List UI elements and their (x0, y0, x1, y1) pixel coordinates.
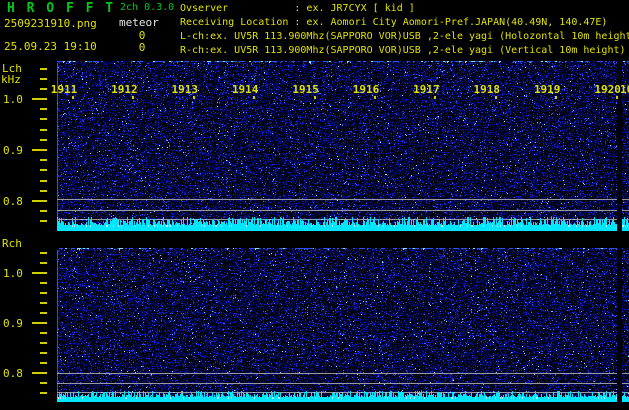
time-label: 1917 (411, 83, 441, 96)
freq-tick-label: 1.0 (3, 267, 23, 280)
freq-minor-tick-mark (40, 118, 47, 120)
freq-minor-tick-mark (40, 392, 47, 394)
freq-tick-label: 0.9 (3, 144, 23, 157)
time-tick-mark (314, 96, 316, 99)
freq-minor-tick-mark (40, 362, 47, 364)
freq-minor-tick-mark (40, 139, 47, 141)
time-label: 1912 (109, 83, 139, 96)
freq-minor-tick-mark (40, 252, 47, 254)
axis-overlay: 1.0 0.9 0.8 1.0 0.9 0.8 1911 1912 1913 1914 1915 19… (0, 0, 629, 410)
freq-minor-tick-mark (40, 262, 47, 264)
time-tick-mark (72, 96, 74, 99)
time-label: 1916 (351, 83, 381, 96)
time-label: 1919 (532, 83, 562, 96)
freq-minor-tick-mark (40, 352, 47, 354)
freq-minor-tick-mark (40, 159, 47, 161)
freq-minor-tick-mark (40, 129, 47, 131)
time-label: 1918 (472, 83, 502, 96)
freq-tick-label: 0.9 (3, 317, 23, 330)
freq-minor-tick-mark (40, 180, 47, 182)
freq-minor-tick-mark (40, 220, 47, 222)
freq-minor-tick-mark (40, 108, 47, 110)
time-tick-mark (253, 96, 255, 99)
freq-major-tick-mark (32, 322, 47, 324)
freq-minor-tick-mark (40, 292, 47, 294)
time-tick-mark (616, 96, 618, 99)
time-tick-mark (374, 96, 376, 99)
freq-minor-tick-mark (40, 302, 47, 304)
time-tick-mark (555, 96, 557, 99)
time-tick-mark (193, 96, 195, 99)
freq-major-tick-mark (32, 149, 47, 151)
time-label: 1915 (291, 83, 321, 96)
time-label-partial: 10 (620, 83, 629, 96)
freq-minor-tick-mark (40, 78, 47, 80)
time-label: 1913 (170, 83, 200, 96)
freq-major-tick-mark (32, 98, 47, 100)
freq-major-tick-mark (32, 372, 47, 374)
freq-minor-tick-mark (40, 88, 47, 90)
freq-minor-tick-mark (40, 190, 47, 192)
hrofft-window: H R O F F T 2ch 0.3.0 2509231910.png met… (0, 0, 629, 410)
time-label: 1920 (593, 83, 623, 96)
time-tick-mark (434, 96, 436, 99)
freq-minor-tick-mark (40, 332, 47, 334)
freq-minor-tick-mark (40, 342, 47, 344)
time-label: 1911 (49, 83, 79, 96)
freq-minor-tick-mark (40, 282, 47, 284)
freq-minor-tick-mark (40, 169, 47, 171)
freq-major-tick-mark (32, 272, 47, 274)
freq-minor-tick-mark (40, 312, 47, 314)
freq-tick-label: 1.0 (3, 93, 23, 106)
freq-tick-label: 0.8 (3, 195, 23, 208)
time-tick-mark (132, 96, 134, 99)
freq-minor-tick-mark (40, 68, 47, 70)
freq-tick-label: 0.8 (3, 367, 23, 380)
time-label: 1914 (230, 83, 260, 96)
time-tick-mark (495, 96, 497, 99)
freq-major-tick-mark (32, 200, 47, 202)
freq-minor-tick-mark (40, 382, 47, 384)
freq-minor-tick-mark (40, 210, 47, 212)
